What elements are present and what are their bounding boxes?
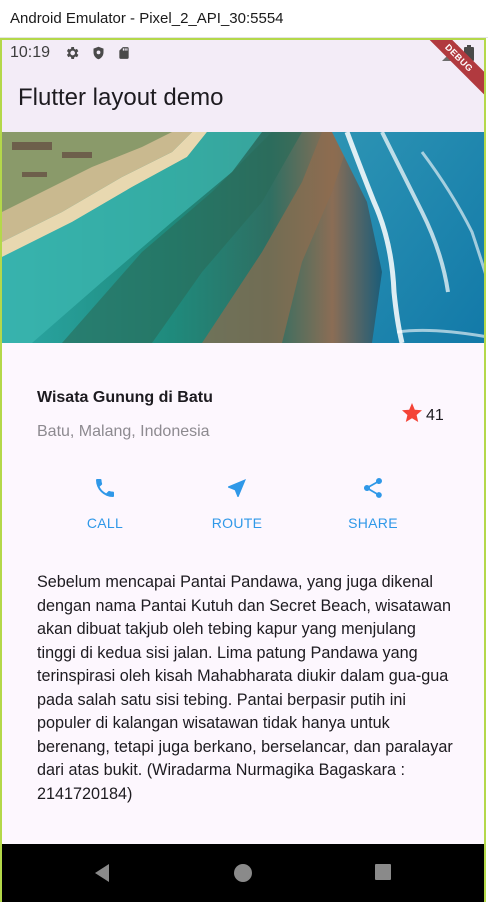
status-time: 10:19 (10, 44, 51, 61)
call-label: CALL (86, 515, 124, 531)
app-title: Flutter layout demo (18, 84, 224, 111)
title-section: Wisata Gunung di Batu Batu, Malang, Indo… (2, 343, 484, 463)
call-button[interactable]: CALL (50, 476, 160, 531)
route-button[interactable]: ROUTE (182, 476, 292, 531)
back-button[interactable] (92, 863, 112, 888)
rating: 41 (400, 401, 444, 430)
home-button[interactable] (233, 863, 253, 888)
app-bar: Flutter layout demo (2, 66, 484, 132)
rating-count: 41 (426, 406, 444, 424)
call-icon (93, 476, 117, 505)
place-name: Wisata Gunung di Batu (37, 389, 213, 406)
near-me-icon (225, 476, 249, 505)
share-label: SHARE (348, 515, 398, 531)
share-icon (361, 476, 385, 505)
description-text: Sebelum mencapai Pantai Pandawa, yang ju… (37, 573, 453, 803)
device-screen: 10:19 Flutter layout demo DEBUG Wisata G… (0, 38, 486, 902)
star-icon (400, 401, 424, 430)
route-label: ROUTE (211, 515, 263, 531)
window-title-bar: Android Emulator - Pixel_2_API_30:5554 (0, 0, 488, 38)
shield-icon (91, 45, 106, 66)
window-title: Android Emulator - Pixel_2_API_30:5554 (10, 10, 284, 27)
status-bar: 10:19 (2, 40, 484, 66)
settings-icon (64, 45, 80, 66)
recents-button[interactable] (374, 863, 392, 886)
place-location: Batu, Malang, Indonesia (37, 423, 210, 440)
share-button[interactable]: SHARE (318, 476, 428, 531)
system-nav-bar (2, 844, 484, 902)
sd-card-icon (117, 45, 131, 66)
beach-image (2, 132, 484, 343)
